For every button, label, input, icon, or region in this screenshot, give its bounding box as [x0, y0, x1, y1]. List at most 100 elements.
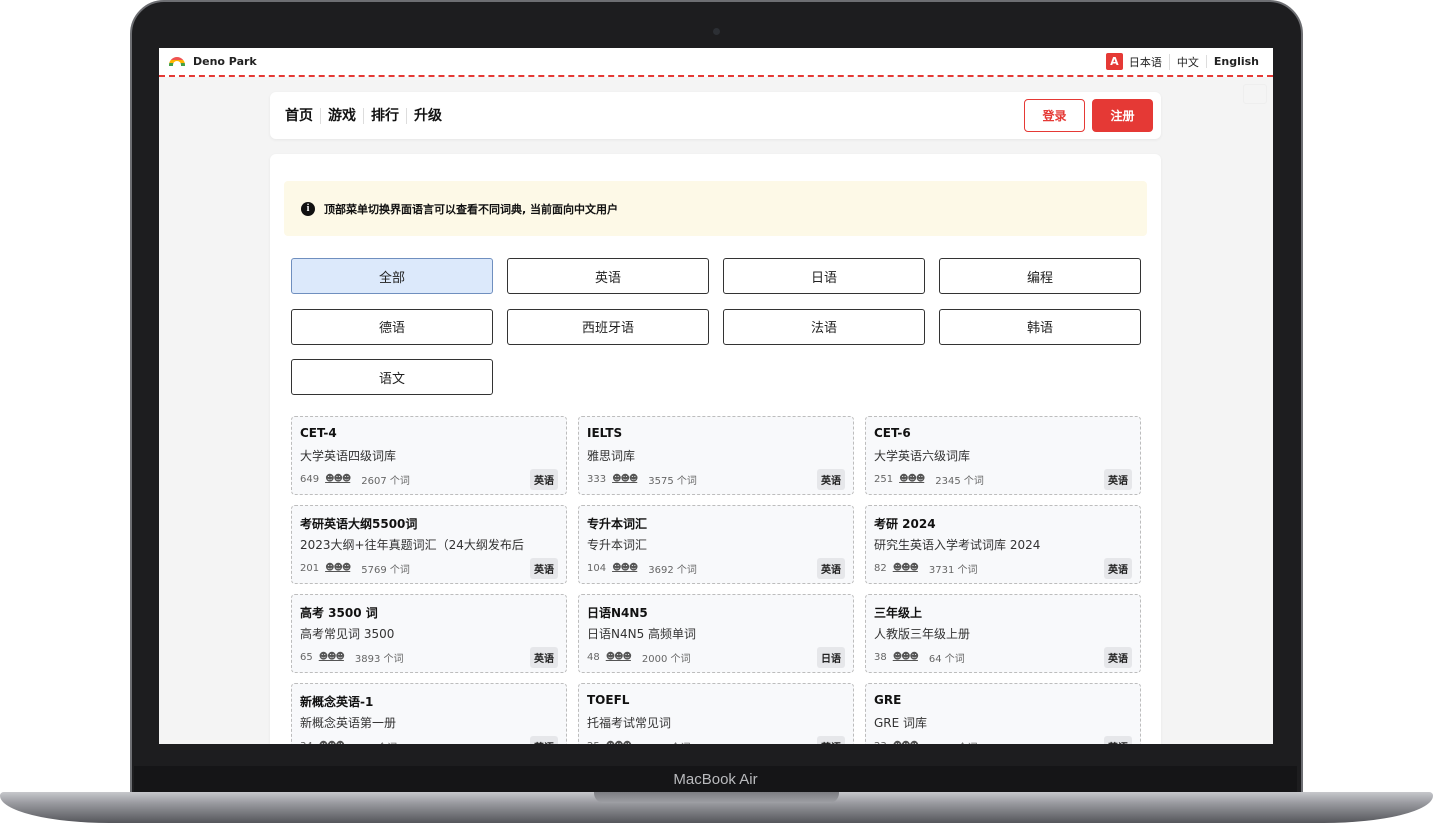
- user-count: 251: [874, 473, 894, 485]
- language-tag: 日语: [817, 646, 845, 668]
- card-title: 日语N4N5: [587, 606, 648, 620]
- nav-games[interactable]: 游戏: [320, 107, 363, 124]
- card-description: 高考常见词 3500: [300, 627, 395, 641]
- language-tag: 英语: [1104, 557, 1132, 579]
- filter-button[interactable]: 法语: [723, 308, 925, 345]
- language-tag: 英语: [530, 646, 558, 668]
- user-count: 23: [874, 741, 887, 745]
- filter-button[interactable]: 西班牙语: [507, 308, 709, 345]
- register-button[interactable]: 注册: [1092, 99, 1153, 132]
- filter-button[interactable]: 韩语: [939, 308, 1141, 345]
- lang-chinese[interactable]: 中文: [1168, 53, 1206, 70]
- login-button[interactable]: 登录: [1024, 99, 1085, 132]
- dictionary-card[interactable]: 日语N4N5 日语N4N5 高频单词 48 ☻☻☻ 2000 个词 日语: [578, 594, 854, 673]
- camera-icon: [713, 28, 720, 35]
- translate-icon: A: [1105, 53, 1123, 70]
- dictionary-card[interactable]: 三年级上 人教版三年级上册 38 ☻☻☻ 64 个词 英语: [865, 594, 1141, 673]
- card-meta: 48 ☻☻☻ 2000 个词 日语: [587, 646, 845, 668]
- menu-icon[interactable]: [1243, 84, 1267, 104]
- filter-button[interactable]: 全部: [291, 258, 493, 294]
- nav-upgrade[interactable]: 升级: [406, 107, 449, 124]
- card-meta: 65 ☻☻☻ 3893 个词 英语: [300, 646, 558, 668]
- notice-text: 顶部菜单切换界面语言可以查看不同词典, 当前面向中文用户: [324, 202, 619, 216]
- word-count: 900 个词: [355, 739, 397, 745]
- top-bar: Deno Park A 日本语 中文 English: [159, 48, 1273, 77]
- site-logo[interactable]: Deno Park: [169, 55, 257, 68]
- lang-japanese[interactable]: 日本语: [1129, 54, 1169, 70]
- card-title: IELTS: [587, 426, 623, 440]
- language-tag: 英语: [530, 557, 558, 579]
- language-tag: 英语: [817, 557, 845, 579]
- card-title: 考研英语大纲5500词: [300, 517, 418, 531]
- card-description: 研究生英语入学考试词库 2024: [874, 538, 1041, 552]
- user-count: 34: [300, 741, 313, 745]
- card-title: 新概念英语-1: [300, 695, 374, 709]
- card-meta: 38 ☻☻☻ 64 个词 英语: [874, 646, 1132, 668]
- filter-button[interactable]: 语文: [291, 359, 493, 395]
- card-description: 大学英语四级词库: [300, 449, 397, 463]
- site-name: Deno Park: [193, 55, 257, 68]
- dictionary-card[interactable]: CET-4 大学英语四级词库 649 ☻☻☻ 2607 个词 英语: [291, 416, 567, 495]
- main-panel: i 顶部菜单切换界面语言可以查看不同词典, 当前面向中文用户 全部 英语 日语 编程德…: [270, 154, 1161, 744]
- rainbow-logo-icon: [169, 57, 185, 66]
- language-tag: 英语: [1104, 646, 1132, 668]
- card-title: 高考 3500 词: [300, 606, 378, 620]
- word-count: 2607 个词: [361, 475, 410, 487]
- word-count: 2345 个词: [935, 475, 984, 487]
- user-count: 333: [587, 473, 607, 485]
- card-meta: 34 ☻☻☻ 900 个词 英语: [300, 735, 558, 745]
- card-title: 考研 2024: [874, 517, 936, 531]
- card-description: GRE 词库: [874, 716, 928, 730]
- dictionary-card[interactable]: CET-6 大学英语六级词库 251 ☻☻☻ 2345 个词 英语: [865, 416, 1141, 495]
- dictionary-card[interactable]: 考研英语大纲5500词 2023大纲+往年真题词汇（24大纲发布后 201 ☻☻☻ 57…: [291, 505, 567, 584]
- word-count: 64 个词: [928, 653, 965, 665]
- filter-button[interactable]: 德语: [291, 308, 493, 345]
- card-description: 日语N4N5 高频单词: [587, 627, 697, 641]
- card-meta: 25 ☻☻☻ 4264 个词 英语: [587, 735, 845, 745]
- lang-english[interactable]: English: [1205, 55, 1259, 68]
- users-icon: ☻☻☻: [612, 474, 638, 484]
- dictionary-card[interactable]: 高考 3500 词高考常见词 3500 65 ☻☻☻ 3893 个词 英语: [291, 594, 567, 673]
- users-icon: ☻☻☻: [892, 563, 919, 573]
- card-description: 2023大纲+往年真题词汇（24大纲发布后: [300, 538, 524, 552]
- nav-home[interactable]: 首页: [285, 108, 320, 124]
- card-title: 专升本词汇: [587, 517, 648, 531]
- card-meta: 104 ☻☻☻ 3692 个词 英语: [587, 557, 845, 579]
- nav-ranking[interactable]: 排行: [363, 107, 406, 124]
- word-count: 3893 个词: [354, 653, 404, 665]
- card-description: 大学英语六级词库: [874, 449, 971, 463]
- info-icon: i: [301, 201, 315, 216]
- users-icon: ☻☻☻: [325, 563, 351, 573]
- filter-button[interactable]: 英语: [507, 258, 709, 294]
- card-meta: 251 ☻☻☻ 2345 个词 英语: [874, 468, 1132, 490]
- dictionary-card[interactable]: TOEFL 托福考试常见词 25 ☻☻☻ 4264 个词 英语: [578, 683, 854, 744]
- filter-button[interactable]: 编程: [939, 258, 1141, 294]
- card-meta: 201 ☻☻☻ 5769 个词 英语: [300, 557, 558, 579]
- user-count: 82: [874, 562, 887, 574]
- dictionary-card[interactable]: 专升本词汇 专升本词汇 104 ☻☻☻ 3692 个词 英语: [578, 505, 854, 584]
- card-description: 雅思词库: [587, 449, 636, 463]
- user-count: 201: [300, 562, 320, 574]
- dictionary-card[interactable]: 新概念英语-1 新概念英语第一册 34 ☻☻☻ 900 个词 英语: [291, 683, 567, 744]
- filter-button[interactable]: 日语: [723, 258, 925, 294]
- word-count: 3692 个词: [648, 564, 697, 576]
- notice-banner: i 顶部菜单切换界面语言可以查看不同词典, 当前面向中文用户: [284, 181, 1147, 236]
- users-icon: ☻☻☻: [899, 474, 925, 484]
- dictionary-card[interactable]: 考研 2024 研究生英语入学考试词库 2024 82 ☻☻☻ 3731 个词 英语: [865, 505, 1141, 584]
- dictionary-card[interactable]: IELTS 雅思词库 333 ☻☻☻ 3575 个词 英语: [578, 416, 854, 495]
- users-icon: ☻☻☻: [325, 474, 351, 484]
- nav-bar: 首页 游戏 排行 升级 登录 注册: [270, 92, 1161, 139]
- user-count: 65: [300, 651, 313, 663]
- word-count: 3731 个词: [928, 564, 978, 576]
- card-meta: 23 ☻☻☻ 6515 个词 英语: [874, 735, 1132, 745]
- card-title: GRE: [874, 693, 902, 707]
- user-count: 25: [587, 741, 600, 745]
- dictionary-card[interactable]: GRE GRE 词库 23 ☻☻☻ 6515 个词 英语: [865, 683, 1141, 744]
- card-meta: 649 ☻☻☻ 2607 个词 英语: [300, 468, 558, 490]
- screen: Deno Park A 日本语 中文 English 首页 游戏 排行 升级 登…: [159, 48, 1273, 744]
- user-count: 48: [587, 651, 600, 663]
- language-tag: 英语: [1104, 468, 1132, 490]
- word-count: 2000 个词: [641, 653, 691, 665]
- card-description: 托福考试常见词: [587, 716, 672, 730]
- users-icon: ☻☻☻: [605, 652, 632, 662]
